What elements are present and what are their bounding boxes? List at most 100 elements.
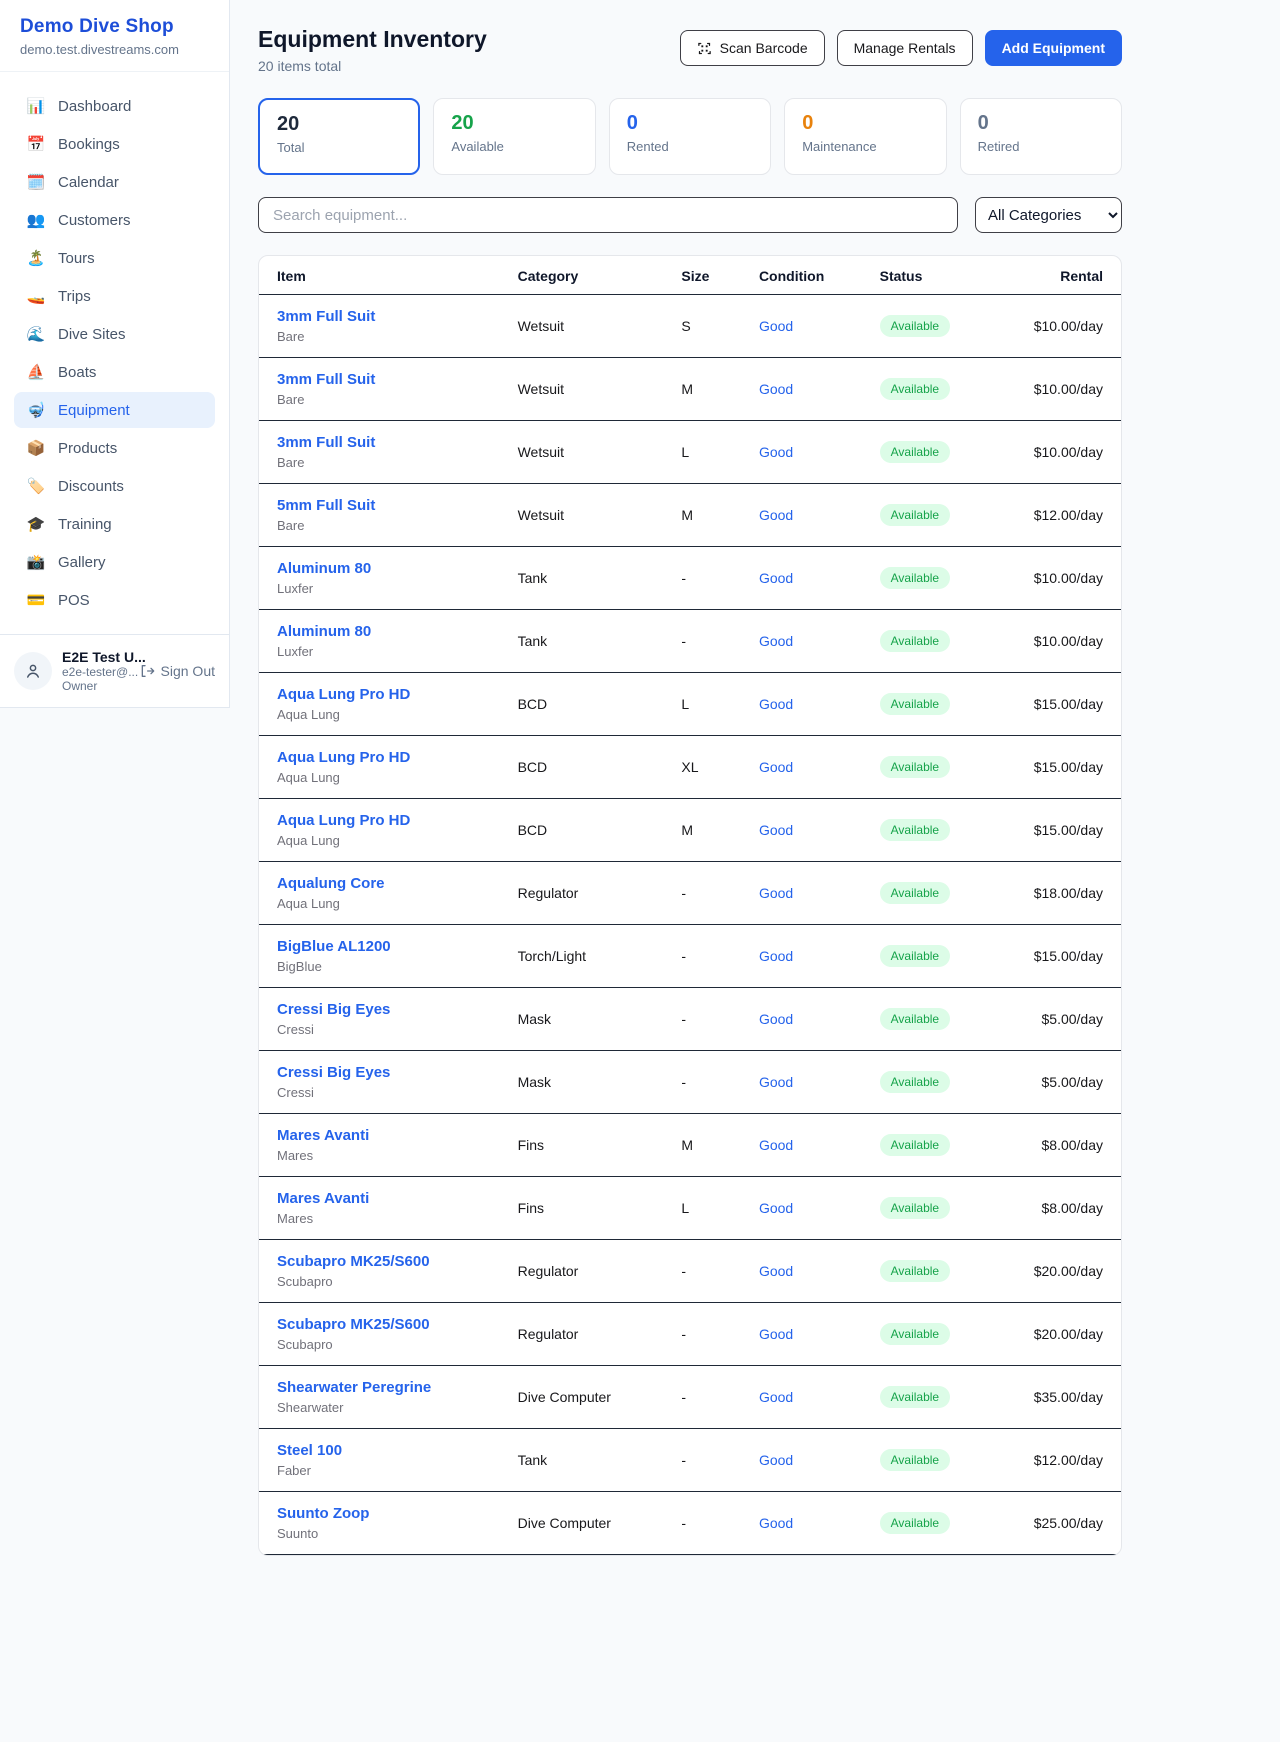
- sidebar-item[interactable]: 📊 Dashboard: [14, 88, 215, 124]
- item-name-link[interactable]: Aluminum 80: [277, 623, 518, 640]
- item-category: Torch/Light: [518, 925, 682, 988]
- search-input[interactable]: [258, 197, 958, 233]
- sidebar-item[interactable]: 🏷️ Discounts: [14, 468, 215, 504]
- sidebar-item[interactable]: 💳 POS: [14, 582, 215, 618]
- sidebar-item[interactable]: 📸 Gallery: [14, 544, 215, 580]
- condition-link[interactable]: Good: [759, 318, 793, 334]
- item-rental: $15.00/day: [1026, 799, 1121, 862]
- stat-label: Retired: [978, 139, 1104, 154]
- stat-card[interactable]: 0 Maintenance: [784, 98, 946, 175]
- item-name-link[interactable]: Aqua Lung Pro HD: [277, 812, 518, 829]
- item-size: -: [681, 1429, 759, 1492]
- item-name-link[interactable]: 5mm Full Suit: [277, 497, 518, 514]
- item-name-link[interactable]: Cressi Big Eyes: [277, 1064, 518, 1081]
- status-badge: Available: [880, 441, 950, 463]
- item-brand: Shearwater: [277, 1400, 518, 1415]
- condition-link[interactable]: Good: [759, 1074, 793, 1090]
- item-name-link[interactable]: BigBlue AL1200: [277, 938, 518, 955]
- sidebar-item[interactable]: 📦 Products: [14, 430, 215, 466]
- item-name-link[interactable]: Aluminum 80: [277, 560, 518, 577]
- stat-card[interactable]: 20 Total: [258, 98, 420, 175]
- item-name-link[interactable]: 3mm Full Suit: [277, 434, 518, 451]
- table-row: Scubapro MK25/S600 Scubapro Regulator - …: [259, 1240, 1121, 1303]
- avatar: [14, 652, 52, 690]
- table-row: 3mm Full Suit Bare Wetsuit S Good Availa…: [259, 295, 1121, 358]
- item-name-link[interactable]: 3mm Full Suit: [277, 371, 518, 388]
- item-name-link[interactable]: Mares Avanti: [277, 1127, 518, 1144]
- condition-link[interactable]: Good: [759, 948, 793, 964]
- stat-card[interactable]: 0 Retired: [960, 98, 1122, 175]
- item-category: Wetsuit: [518, 484, 682, 547]
- status-badge: Available: [880, 693, 950, 715]
- sidebar-item[interactable]: 🌊 Dive Sites: [14, 316, 215, 352]
- condition-link[interactable]: Good: [759, 381, 793, 397]
- item-name-link[interactable]: Mares Avanti: [277, 1190, 518, 1207]
- item-name-link[interactable]: Aqua Lung Pro HD: [277, 686, 518, 703]
- item-name-link[interactable]: Cressi Big Eyes: [277, 1001, 518, 1018]
- condition-link[interactable]: Good: [759, 1200, 793, 1216]
- condition-link[interactable]: Good: [759, 1011, 793, 1027]
- sidebar-item[interactable]: 📅 Bookings: [14, 126, 215, 162]
- stat-card[interactable]: 20 Available: [433, 98, 595, 175]
- item-name-link[interactable]: Suunto Zoop: [277, 1505, 518, 1522]
- calendar-icon: 🗓️: [26, 173, 46, 191]
- add-equipment-button[interactable]: Add Equipment: [985, 30, 1122, 66]
- condition-link[interactable]: Good: [759, 1515, 793, 1531]
- condition-link[interactable]: Good: [759, 822, 793, 838]
- condition-link[interactable]: Good: [759, 696, 793, 712]
- table-row: Aluminum 80 Luxfer Tank - Good Available…: [259, 547, 1121, 610]
- item-size: L: [681, 421, 759, 484]
- sidebar-item[interactable]: 🗓️ Calendar: [14, 164, 215, 200]
- manage-rentals-button[interactable]: Manage Rentals: [837, 30, 973, 66]
- scan-barcode-label: Scan Barcode: [720, 40, 808, 56]
- category-select[interactable]: All Categories: [975, 197, 1122, 233]
- item-name-link[interactable]: Shearwater Peregrine: [277, 1379, 518, 1396]
- scan-barcode-button[interactable]: Scan Barcode: [680, 30, 825, 66]
- condition-link[interactable]: Good: [759, 1137, 793, 1153]
- sidebar-item[interactable]: 🚤 Trips: [14, 278, 215, 314]
- condition-link[interactable]: Good: [759, 1263, 793, 1279]
- item-category: Tank: [518, 1429, 682, 1492]
- table-row: 5mm Full Suit Bare Wetsuit M Good Availa…: [259, 484, 1121, 547]
- condition-link[interactable]: Good: [759, 885, 793, 901]
- item-size: -: [681, 925, 759, 988]
- condition-link[interactable]: Good: [759, 1452, 793, 1468]
- item-size: M: [681, 799, 759, 862]
- sidebar-item[interactable]: ⛵ Boats: [14, 354, 215, 390]
- item-brand: Luxfer: [277, 644, 518, 659]
- item-name-link[interactable]: Scubapro MK25/S600: [277, 1316, 518, 1333]
- table-row: Aluminum 80 Luxfer Tank - Good Available…: [259, 610, 1121, 673]
- item-name-link[interactable]: Aqua Lung Pro HD: [277, 749, 518, 766]
- item-brand: Bare: [277, 518, 518, 533]
- sidebar-item[interactable]: 🤿 Equipment: [14, 392, 215, 428]
- sidebar-item-label: Equipment: [58, 402, 130, 419]
- dive-sites-icon: 🌊: [26, 325, 46, 343]
- item-name-link[interactable]: Steel 100: [277, 1442, 518, 1459]
- condition-link[interactable]: Good: [759, 444, 793, 460]
- sidebar-item[interactable]: 🏝️ Tours: [14, 240, 215, 276]
- item-name-link[interactable]: 3mm Full Suit: [277, 308, 518, 325]
- condition-link[interactable]: Good: [759, 570, 793, 586]
- item-rental: $15.00/day: [1026, 673, 1121, 736]
- sidebar-item-label: Boats: [58, 364, 96, 381]
- condition-link[interactable]: Good: [759, 759, 793, 775]
- brand-title[interactable]: Demo Dive Shop: [20, 16, 209, 38]
- item-brand: Mares: [277, 1211, 518, 1226]
- sidebar-item-label: Products: [58, 440, 117, 457]
- sidebar: Demo Dive Shop demo.test.divestreams.com…: [0, 0, 230, 708]
- stats-row: 20 Total 20 Available 0 Rented 0 Mainten…: [258, 98, 1122, 175]
- col-item: Item: [259, 256, 518, 295]
- condition-link[interactable]: Good: [759, 507, 793, 523]
- condition-link[interactable]: Good: [759, 633, 793, 649]
- item-brand: Suunto: [277, 1526, 518, 1541]
- stat-card[interactable]: 0 Rented: [609, 98, 771, 175]
- status-badge: Available: [880, 756, 950, 778]
- sidebar-item[interactable]: 🎓 Training: [14, 506, 215, 542]
- item-name-link[interactable]: Scubapro MK25/S600: [277, 1253, 518, 1270]
- condition-link[interactable]: Good: [759, 1389, 793, 1405]
- sidebar-item[interactable]: 👥 Customers: [14, 202, 215, 238]
- item-name-link[interactable]: Aqualung Core: [277, 875, 518, 892]
- sign-out-button[interactable]: Sign Out: [139, 663, 215, 679]
- col-rental: Rental: [1026, 256, 1121, 295]
- condition-link[interactable]: Good: [759, 1326, 793, 1342]
